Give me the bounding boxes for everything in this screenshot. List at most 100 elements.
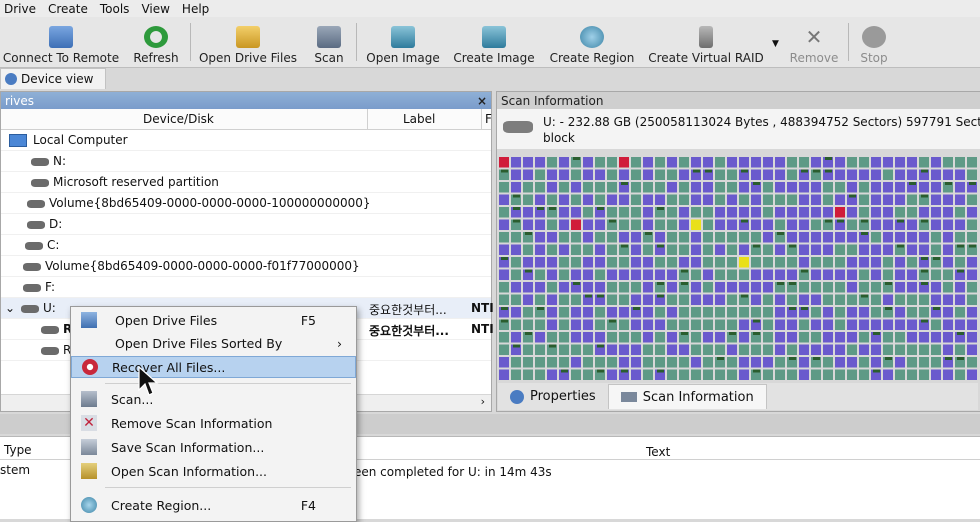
scan-block [931, 157, 941, 168]
scan-block [871, 257, 881, 268]
disk-icon [31, 157, 49, 166]
connect-remote-button[interactable]: Connect To Remote [2, 19, 120, 65]
close-icon[interactable]: × [477, 94, 487, 108]
scan-block [535, 194, 545, 205]
menu-item-remove-scan-information[interactable]: ✕ Remove Scan Information [71, 412, 356, 434]
menu-create[interactable]: Create [44, 2, 96, 16]
scan-block [631, 282, 641, 293]
scan-block [787, 319, 797, 330]
scan-block [883, 332, 893, 343]
refresh-button[interactable]: Refresh [130, 19, 182, 65]
file-marker [621, 182, 628, 185]
menu-item-open-drive-files-sorted-by[interactable]: Open Drive Files Sorted By › [71, 332, 356, 354]
scan-block [631, 182, 641, 193]
scan-block [595, 269, 605, 280]
menu-view[interactable]: View [137, 2, 177, 16]
tab-device-view[interactable]: Device view [0, 68, 106, 89]
bad-block [571, 219, 581, 230]
scan-block [727, 244, 737, 255]
file-marker [969, 244, 976, 248]
tree-row-local-computer[interactable]: Local Computer [1, 130, 491, 151]
scan-block [523, 307, 533, 318]
scan-block [835, 307, 845, 318]
menu-help[interactable]: Help [178, 2, 217, 16]
tree-row[interactable]: C: [1, 235, 491, 256]
scan-block [763, 269, 773, 280]
expand-chevron-icon[interactable]: ⌄ [5, 301, 15, 315]
menu-separator [105, 487, 351, 488]
remove-button[interactable]: ✕ Remove [788, 19, 840, 65]
file-marker [921, 269, 928, 273]
scan-block [559, 244, 569, 255]
scan-block [919, 207, 929, 218]
menu-item-create-region[interactable]: Create Region... F4 [71, 494, 356, 516]
scan-block [583, 207, 593, 218]
scan-block [763, 294, 773, 305]
create-region-button[interactable]: Create Region [548, 19, 636, 65]
scan-block [523, 219, 533, 230]
scan-block [943, 319, 953, 330]
file-marker [921, 282, 928, 285]
scan-block [691, 232, 701, 243]
scan-block [883, 257, 893, 268]
file-marker [777, 282, 784, 285]
scan-block [607, 207, 617, 218]
scan-block [715, 232, 725, 243]
log-column-text[interactable]: Text [646, 445, 670, 459]
create-virtual-raid-button[interactable]: Create Virtual RAID [648, 19, 764, 65]
open-image-button[interactable]: Open Image [362, 19, 444, 65]
scan-block [787, 369, 797, 380]
scan-block [883, 169, 893, 180]
menu-item-recover-all-files[interactable]: Recover All Files... [71, 356, 356, 378]
scan-block [499, 269, 509, 280]
tree-row[interactable]: Microsoft reserved partition [1, 172, 491, 193]
scan-block [511, 319, 521, 330]
scan-block [763, 332, 773, 343]
scan-block [883, 194, 893, 205]
scan-block [727, 294, 737, 305]
scan-block [907, 169, 917, 180]
scan-block [511, 157, 521, 168]
file-marker [933, 307, 940, 310]
save-scan-icon [81, 439, 97, 455]
tree-row[interactable]: F: [1, 277, 491, 298]
tree-row[interactable]: D: [1, 214, 491, 235]
scan-block [751, 194, 761, 205]
scan-block [607, 269, 617, 280]
menu-item-scan[interactable]: Scan... [71, 388, 356, 410]
scroll-right-icon[interactable]: › [481, 395, 485, 408]
scan-block [787, 344, 797, 355]
scan-block [499, 182, 509, 193]
column-device-disk[interactable]: Device/Disk [143, 112, 214, 126]
column-fs[interactable]: F [485, 112, 492, 126]
open-drive-files-button[interactable]: Open Drive Files [198, 19, 298, 65]
scan-block [907, 219, 917, 230]
scan-button[interactable]: Scan [310, 19, 348, 65]
log-column-type[interactable]: Type [4, 443, 32, 457]
scan-block [955, 282, 965, 293]
scan-block [547, 194, 557, 205]
tab-properties[interactable]: Properties [498, 385, 608, 409]
scan-block [511, 282, 521, 293]
create-image-button[interactable]: Create Image [452, 19, 536, 65]
stop-button[interactable]: Stop [856, 19, 892, 65]
scan-block [859, 169, 869, 180]
raid-dropdown-arrow-icon[interactable]: ▼ [772, 39, 779, 49]
menu-drive[interactable]: Drive [0, 2, 44, 16]
scan-block [775, 344, 785, 355]
scan-block [931, 207, 941, 218]
column-label[interactable]: Label [403, 112, 435, 126]
menu-tools[interactable]: Tools [96, 2, 138, 16]
tree-row[interactable]: Volume{8bd65409-0000-0000-0000-f01f77000… [1, 256, 491, 277]
tree-row[interactable]: N: [1, 151, 491, 172]
tree-row[interactable]: Volume{8bd65409-0000-0000-0000-100000000… [1, 193, 491, 214]
scan-block [955, 319, 965, 330]
scan-block [595, 157, 605, 168]
scan-block [619, 169, 629, 180]
scan-block [751, 232, 761, 243]
tab-scan-information[interactable]: Scan Information [607, 384, 767, 409]
menu-item-open-drive-files[interactable]: Open Drive Files F5 [71, 309, 356, 331]
menu-item-open-scan-information[interactable]: Open Scan Information... [71, 460, 356, 482]
scan-block [523, 182, 533, 193]
menu-item-save-scan-information[interactable]: Save Scan Information... [71, 436, 356, 458]
